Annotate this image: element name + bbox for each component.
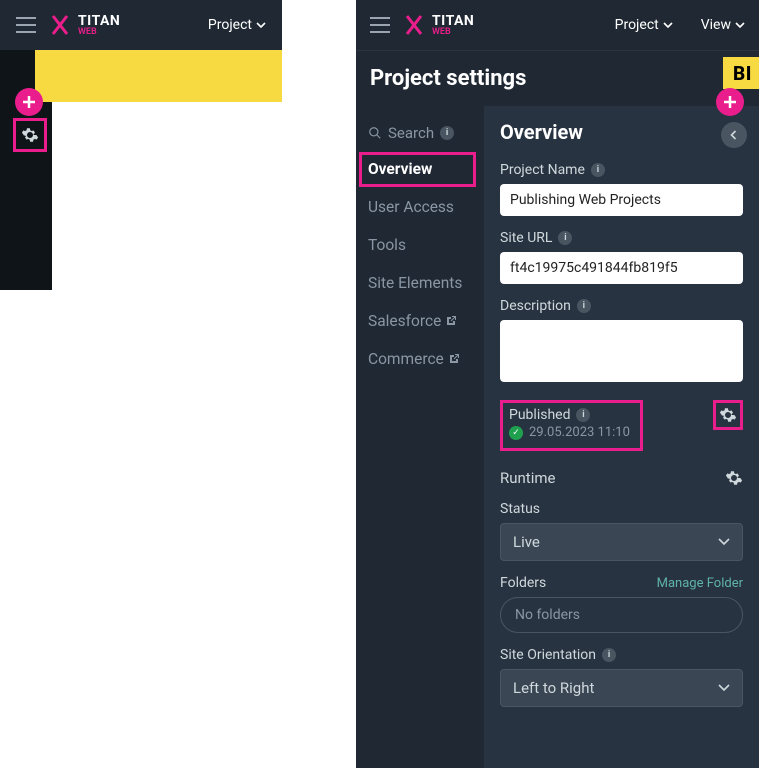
nav-user-access[interactable]: User Access <box>356 188 484 226</box>
right-header: TITAN WEB Project View <box>356 0 759 50</box>
overview-panel: Overview Project Name i Site URL i <box>484 106 759 768</box>
published-date: ✓ 29.05.2023 11:10 <box>509 425 630 440</box>
status-select[interactable]: Live <box>500 523 743 561</box>
site-url-input[interactable] <box>500 252 743 284</box>
view-dropdown[interactable]: View <box>701 17 745 33</box>
info-icon: i <box>602 648 616 662</box>
settings-title: Project settings <box>370 66 526 91</box>
description-input[interactable] <box>500 320 743 382</box>
logo: TITAN WEB <box>48 13 120 37</box>
runtime-settings-button[interactable] <box>725 469 743 487</box>
nav-search[interactable]: Search i <box>356 116 484 150</box>
info-icon: i <box>558 231 572 245</box>
nav-commerce[interactable]: Commerce <box>356 340 484 378</box>
settings-nav: Search i Overview User Access Tools Site… <box>356 106 484 768</box>
add-button[interactable] <box>716 88 744 116</box>
project-dropdown[interactable]: Project <box>208 17 266 33</box>
external-link-icon <box>445 315 457 327</box>
canvas-highlight <box>35 50 282 102</box>
published-box: Published i ✓ 29.05.2023 11:10 <box>500 400 643 451</box>
overview-heading: Overview <box>500 120 743 144</box>
project-name-input[interactable] <box>500 184 743 216</box>
description-label: Description i <box>500 298 743 314</box>
nav-search-label: Search <box>388 124 434 142</box>
info-icon: i <box>591 163 605 177</box>
nav-salesforce[interactable]: Salesforce <box>356 302 484 340</box>
chevron-down-icon <box>735 22 745 28</box>
logo-icon <box>48 14 72 36</box>
add-button[interactable] <box>15 88 43 116</box>
folders-value[interactable]: No folders <box>500 597 743 633</box>
menu-icon[interactable] <box>370 17 390 33</box>
project-dropdown[interactable]: Project <box>615 17 673 33</box>
info-icon: i <box>576 408 590 422</box>
chevron-down-icon <box>718 684 730 692</box>
settings-title-bar: Project settings <box>356 50 759 106</box>
settings-button[interactable] <box>13 118 47 152</box>
menu-icon[interactable] <box>16 17 36 33</box>
runtime-label: Runtime <box>500 469 555 487</box>
info-icon: i <box>577 299 591 313</box>
collapse-button[interactable] <box>721 122 747 148</box>
search-icon <box>368 126 382 140</box>
nav-tools[interactable]: Tools <box>356 226 484 264</box>
published-settings-button[interactable] <box>713 400 743 430</box>
manage-folder-link[interactable]: Manage Folder <box>657 576 743 591</box>
left-header: TITAN WEB Project <box>0 0 282 50</box>
chevron-down-icon <box>718 538 730 546</box>
orientation-label: Site Orientation i <box>500 647 743 663</box>
info-icon: i <box>440 126 454 140</box>
check-icon: ✓ <box>509 426 523 440</box>
chevron-down-icon <box>663 22 673 28</box>
logo: TITAN WEB <box>402 13 474 37</box>
external-link-icon <box>448 353 460 365</box>
nav-overview[interactable]: Overview <box>356 150 484 188</box>
orientation-select[interactable]: Left to Right <box>500 669 743 707</box>
chevron-down-icon <box>256 22 266 28</box>
nav-site-elements[interactable]: Site Elements <box>356 264 484 302</box>
side-badge: BI <box>723 57 759 89</box>
published-label: Published i <box>509 407 630 423</box>
site-url-label: Site URL i <box>500 230 743 246</box>
logo-icon <box>402 14 426 36</box>
project-name-label: Project Name i <box>500 162 743 178</box>
status-label: Status <box>500 501 743 517</box>
folders-label: Folders <box>500 575 546 591</box>
